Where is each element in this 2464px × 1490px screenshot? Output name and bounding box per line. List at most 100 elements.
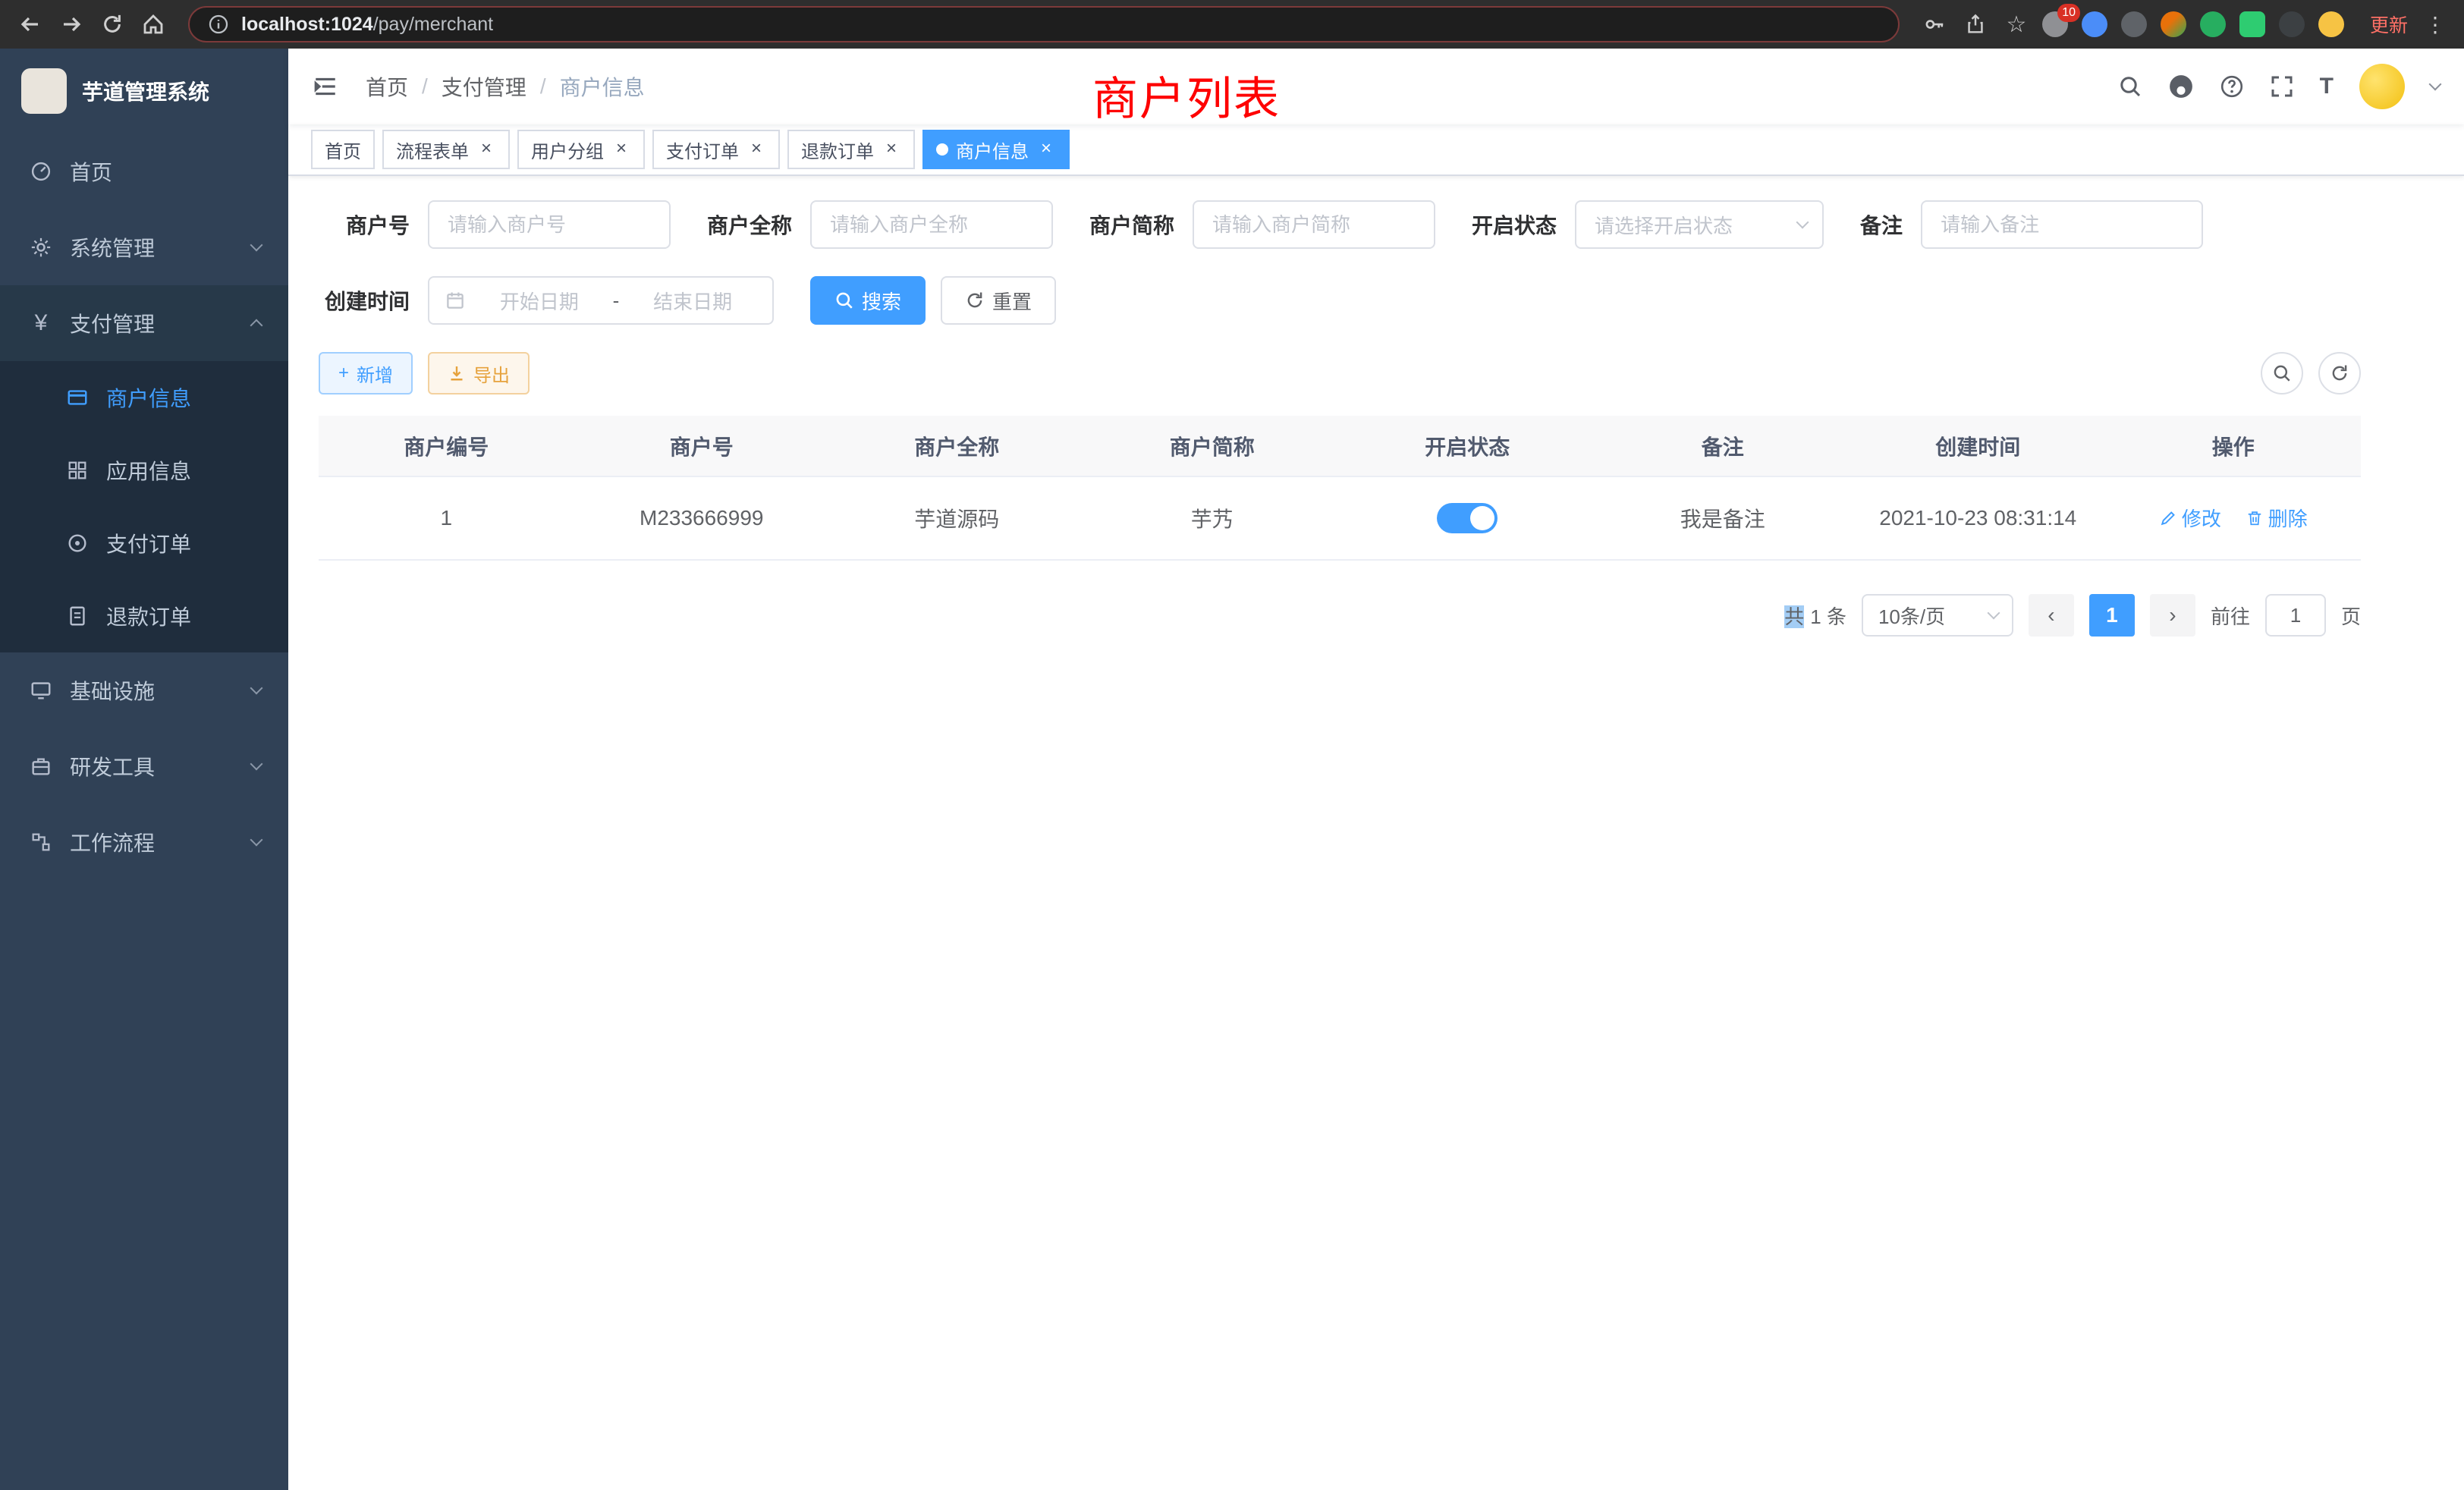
share-icon[interactable] — [1960, 9, 1991, 39]
pagination: 共1 条 10条/页 ‹ 1 › 前往 页 — [319, 594, 2361, 637]
export-button[interactable]: 导出 — [428, 352, 530, 395]
chevron-down-icon — [250, 682, 263, 695]
goto-unit: 页 — [2341, 602, 2361, 630]
close-icon[interactable]: × — [476, 140, 496, 159]
tags-view-bar: 首页 流程表单× 用户分组× 支付订单× 退款订单× 商户信息× — [288, 124, 2464, 176]
user-avatar[interactable] — [2359, 64, 2405, 109]
sidebar-item-system[interactable]: 系统管理 — [0, 209, 288, 285]
prev-page-button[interactable]: ‹ — [2029, 594, 2074, 637]
status-label: 开启状态 — [1472, 209, 1557, 240]
status-select[interactable]: 请选择开启状态 — [1575, 200, 1824, 249]
reset-button[interactable]: 重置 — [941, 276, 1056, 325]
chevron-down-icon — [1987, 607, 2000, 620]
sidebar-toggle-icon[interactable] — [313, 74, 338, 99]
close-icon[interactable]: × — [611, 140, 631, 159]
tab-home[interactable]: 首页 — [311, 130, 375, 169]
tab-refund-order[interactable]: 退款订单× — [787, 130, 915, 169]
page-number-button[interactable]: 1 — [2089, 594, 2135, 637]
extension-icon[interactable] — [2318, 11, 2344, 37]
table-header-row: 商户编号 商户号 商户全称 商户简称 开启状态 备注 创建时间 操作 — [319, 416, 2361, 476]
sidebar-item-home[interactable]: 首页 — [0, 134, 288, 209]
sidebar-item-payment[interactable]: ¥ 支付管理 — [0, 285, 288, 361]
search-icon[interactable] — [2118, 74, 2142, 99]
back-icon[interactable] — [15, 9, 46, 39]
tab-user-group[interactable]: 用户分组× — [517, 130, 645, 169]
breadcrumb-payment[interactable]: 支付管理 — [442, 71, 526, 102]
tab-pay-order[interactable]: 支付订单× — [652, 130, 780, 169]
refresh-icon[interactable] — [2318, 352, 2361, 395]
toolbox-icon — [27, 755, 55, 778]
help-icon[interactable] — [2220, 74, 2244, 99]
home-icon[interactable] — [138, 9, 168, 39]
goto-page-input[interactable] — [2265, 594, 2326, 637]
close-icon[interactable]: × — [882, 140, 901, 159]
breadcrumb-home[interactable]: 首页 — [366, 71, 408, 102]
extension-icon[interactable] — [2082, 11, 2107, 37]
chevron-up-icon — [250, 319, 263, 332]
total-count: 共1 条 — [1784, 602, 1846, 630]
status-toggle[interactable] — [1437, 503, 1498, 533]
date-separator: - — [613, 289, 620, 313]
chevron-down-icon — [1796, 216, 1809, 229]
sidebar-item-dev-tools[interactable]: 研发工具 — [0, 728, 288, 804]
sidebar-item-merchant-info[interactable]: 商户信息 — [0, 361, 288, 434]
key-icon[interactable] — [1919, 9, 1950, 39]
app-logo[interactable]: 芋道管理系统 — [0, 49, 288, 134]
sidebar-item-infrastructure[interactable]: 基础设施 — [0, 652, 288, 728]
fullscreen-icon[interactable] — [2270, 74, 2294, 99]
delete-link[interactable]: 删除 — [2246, 504, 2308, 532]
site-info-icon[interactable] — [208, 14, 229, 35]
browser-menu-icon[interactable]: ⋮ — [2422, 12, 2449, 37]
github-icon[interactable] — [2168, 74, 2194, 99]
tab-merchant-info[interactable]: 商户信息× — [922, 130, 1070, 169]
col-status: 开启状态 — [1340, 416, 1595, 476]
next-page-button[interactable]: › — [2150, 594, 2195, 637]
bookmark-star-icon[interactable]: ☆ — [2001, 9, 2032, 39]
browser-update-button[interactable]: 更新 — [2370, 11, 2408, 38]
close-icon[interactable]: × — [746, 140, 766, 159]
col-remark: 备注 — [1595, 416, 1851, 476]
extension-icon[interactable] — [2121, 11, 2147, 37]
chevron-down-icon[interactable] — [2429, 78, 2442, 91]
full-name-input[interactable] — [810, 200, 1053, 249]
extension-icon[interactable] — [2279, 11, 2305, 37]
extension-icon[interactable] — [2239, 11, 2265, 37]
create-time-range-picker[interactable]: 开始日期 - 结束日期 — [428, 276, 774, 325]
breadcrumb-current: 商户信息 — [560, 71, 645, 102]
extension-icon[interactable] — [2161, 11, 2186, 37]
yen-icon: ¥ — [27, 310, 55, 336]
grid-icon — [64, 459, 91, 482]
font-size-icon[interactable]: T — [2320, 74, 2334, 99]
bank-card-icon — [64, 386, 91, 409]
extension-icon[interactable] — [2200, 11, 2226, 37]
cell-remark: 我是备注 — [1595, 476, 1851, 560]
add-button[interactable]: + 新增 — [319, 352, 413, 395]
remark-input[interactable] — [1921, 200, 2203, 249]
sidebar-item-pay-order[interactable]: 支付订单 — [0, 507, 288, 580]
edit-link[interactable]: 修改 — [2159, 504, 2221, 532]
address-bar[interactable]: localhost:1024/pay/merchant — [188, 6, 1900, 42]
merchant-no-input[interactable] — [428, 200, 671, 249]
close-icon[interactable]: × — [1036, 140, 1056, 159]
sidebar-item-app-info[interactable]: 应用信息 — [0, 434, 288, 507]
short-name-input[interactable] — [1193, 200, 1435, 249]
plus-icon: + — [338, 363, 349, 384]
merchant-no-label: 商户号 — [319, 209, 410, 240]
sidebar-item-refund-order[interactable]: 退款订单 — [0, 580, 288, 652]
chevron-down-icon — [250, 239, 263, 252]
col-merchant-id: 商户编号 — [319, 416, 574, 476]
browser-extensions: 10 — [2042, 11, 2344, 37]
forward-icon[interactable] — [56, 9, 86, 39]
extension-icon[interactable]: 10 — [2042, 11, 2068, 37]
search-button[interactable]: 搜索 — [810, 276, 926, 325]
create-time-label: 创建时间 — [319, 285, 410, 316]
reload-icon[interactable] — [97, 9, 127, 39]
short-name-label: 商户简称 — [1089, 209, 1174, 240]
page-content: 商户号 商户全称 商户简称 开启状态 请选择开启状态 — [288, 176, 2464, 1490]
toggle-search-icon[interactable] — [2261, 352, 2303, 395]
sidebar-item-workflow[interactable]: 工作流程 — [0, 804, 288, 880]
monitor-icon — [27, 679, 55, 702]
chevron-down-icon — [250, 834, 263, 847]
page-size-select[interactable]: 10条/页 — [1862, 594, 2013, 637]
tab-process-form[interactable]: 流程表单× — [382, 130, 510, 169]
